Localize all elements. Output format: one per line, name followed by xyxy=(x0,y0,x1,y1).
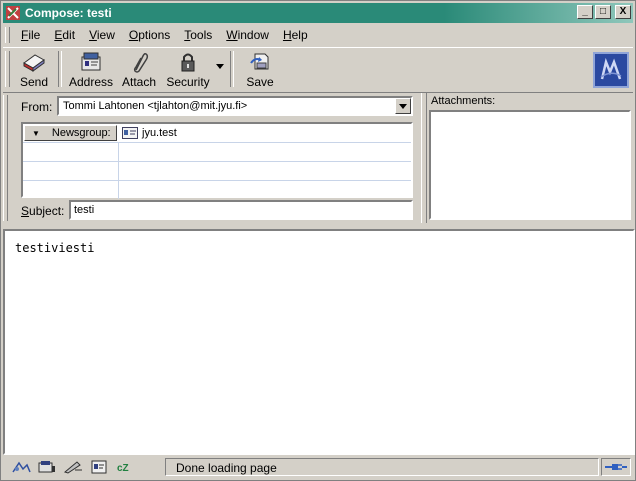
online-status[interactable] xyxy=(601,458,631,476)
attachments-label: Attachments: xyxy=(431,95,496,107)
menu-window[interactable]: Window xyxy=(219,26,276,44)
menu-options[interactable]: Options xyxy=(122,26,177,44)
window-controls: _ □ X xyxy=(577,5,631,19)
subject-value: testi xyxy=(74,204,95,216)
recipient-table: ▼ Newsgroup: jyu.test xyxy=(21,122,413,199)
menu-tools[interactable]: Tools xyxy=(177,26,219,44)
menu-file[interactable]: File xyxy=(14,26,47,44)
address-book-icon xyxy=(81,52,101,71)
address-panel: From: Tommi Lahtonen <tjlahton@mit.jyu.f… xyxy=(3,93,417,223)
from-label: From: xyxy=(21,100,53,114)
minimize-button[interactable]: _ xyxy=(577,5,593,19)
app-icon[interactable] xyxy=(5,5,21,21)
window-title: Compose: testi xyxy=(25,6,112,20)
recipient-row[interactable] xyxy=(23,162,411,181)
toolbar-grip[interactable] xyxy=(5,51,10,87)
close-button[interactable]: X xyxy=(615,5,631,19)
address-grip[interactable] xyxy=(3,95,8,221)
navigator-icon[interactable] xyxy=(11,460,31,474)
triangle-down-icon: ▼ xyxy=(32,128,40,138)
menu-bar: File Edit View Options Tools Window Help xyxy=(3,25,633,45)
maximize-button[interactable]: □ xyxy=(595,5,611,19)
recipient-row[interactable] xyxy=(23,181,411,199)
save-draft-icon xyxy=(250,53,269,70)
attach-button[interactable]: Attach xyxy=(116,48,162,90)
toolbar: Send Address Attach Security Save xyxy=(3,47,633,93)
subject-input[interactable]: testi xyxy=(69,200,413,220)
send-icon xyxy=(23,54,45,72)
status-bar: cZ Done loading page xyxy=(3,456,633,478)
message-body[interactable]: testiviesti xyxy=(3,229,635,455)
composer-icon[interactable] xyxy=(63,460,83,474)
save-button[interactable]: Save xyxy=(238,48,282,90)
from-value: Tommi Lahtonen <tjlahton@mit.jyu.fi> xyxy=(63,100,248,112)
panel-splitter[interactable] xyxy=(421,93,427,223)
subject-label: Subject: xyxy=(21,204,65,218)
toolbar-separator xyxy=(230,51,234,87)
from-select[interactable]: Tommi Lahtonen <tjlahton@mit.jyu.fi> xyxy=(57,96,413,116)
menu-edit[interactable]: Edit xyxy=(47,26,82,44)
mail-icon[interactable] xyxy=(37,460,57,474)
component-bar: cZ xyxy=(3,458,161,476)
security-button[interactable]: Security xyxy=(162,48,214,90)
from-dropdown-button[interactable] xyxy=(395,98,411,114)
recipient-row[interactable] xyxy=(23,143,411,162)
lock-icon xyxy=(181,53,195,72)
dropdown-arrow-icon xyxy=(399,103,407,109)
newsgroup-card-icon xyxy=(122,127,138,139)
recipient-row[interactable]: ▼ Newsgroup: jyu.test xyxy=(23,124,411,143)
send-button[interactable]: Send xyxy=(14,48,54,90)
attachments-list[interactable] xyxy=(429,110,631,220)
compose-window: Compose: testi _ □ X File Edit View Opti… xyxy=(0,0,636,481)
security-dropdown-button[interactable] xyxy=(214,48,226,90)
address-button[interactable]: Address xyxy=(66,48,116,90)
status-text: Done loading page xyxy=(165,458,599,476)
svg-text:cZ: cZ xyxy=(117,463,129,474)
cz-icon[interactable]: cZ xyxy=(115,460,135,474)
toolbar-separator xyxy=(58,51,62,87)
menu-help[interactable]: Help xyxy=(276,26,315,44)
menu-grip[interactable] xyxy=(5,27,10,43)
paperclip-icon xyxy=(133,52,149,73)
addressing-area: From: Tommi Lahtonen <tjlahton@mit.jyu.f… xyxy=(3,93,633,225)
address-book-small-icon[interactable] xyxy=(89,460,109,474)
connection-plug-icon xyxy=(605,464,627,470)
recipient-input[interactable]: jyu.test xyxy=(122,125,177,141)
title-bar: Compose: testi _ □ X xyxy=(3,3,633,23)
message-body-text: testiviesti xyxy=(15,241,95,255)
menu-view[interactable]: View xyxy=(82,26,122,44)
brand-logo[interactable] xyxy=(593,52,629,88)
netscape-logo-icon xyxy=(600,57,622,80)
dropdown-arrow-icon xyxy=(216,64,224,69)
recipient-type-select[interactable]: ▼ Newsgroup: xyxy=(24,125,117,141)
